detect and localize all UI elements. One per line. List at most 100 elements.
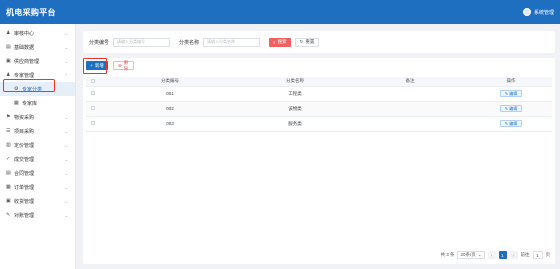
total-count: 共 3 条 xyxy=(440,252,455,257)
chevron-down-icon: ⌄ xyxy=(64,212,68,218)
add-button[interactable]: + 新增 xyxy=(86,61,108,70)
main-panel: + 新增 ⊗ 删除 分类编号 分类名称 备注 操作 001 工程类 ✎ 编辑 0… xyxy=(83,58,555,264)
row-checkbox[interactable] xyxy=(86,86,100,102)
supplier-icon: ▣ xyxy=(6,58,11,64)
edit-icon: ✎ xyxy=(504,91,509,96)
chevron-down-icon: ⌄ xyxy=(64,128,68,134)
row-checkbox[interactable] xyxy=(86,116,100,132)
sidebar-item-reconciliation[interactable]: ✎ 对账管理 ⌄ xyxy=(0,208,75,222)
sidebar-item-review-center[interactable]: ♟ 审核中心 ⌄ xyxy=(0,26,75,40)
flag-icon: ⚑ xyxy=(6,114,11,120)
sidebar-item-label: 基础数据 xyxy=(14,44,35,51)
receive-icon: ▣ xyxy=(6,198,11,204)
table-header-row: 分类编号 分类名称 备注 操作 xyxy=(86,77,552,87)
cell-note xyxy=(350,116,470,132)
cell-code: 001 xyxy=(100,86,240,102)
edit-label: 编辑 xyxy=(509,90,518,96)
sidebar-item-label: 专家分类 xyxy=(22,86,43,93)
edit-icon: ✎ xyxy=(504,121,509,126)
user-name[interactable]: 系统管理 xyxy=(534,9,554,16)
trash-icon: ⊗ xyxy=(118,62,122,68)
sidebar-item-label: 供应商管理 xyxy=(14,58,40,65)
chevron-down-icon: ⌄ xyxy=(64,142,68,148)
sidebar-item-receiving[interactable]: ▣ 收货管理 ⌄ xyxy=(0,194,75,208)
goto-input[interactable]: 1 xyxy=(532,251,543,259)
search-button[interactable]: ⌕ 搜索 xyxy=(269,37,291,47)
sidebar-item-label: 合同管理 xyxy=(14,170,35,177)
chevron-down-icon: ⌄ xyxy=(477,252,482,257)
sidebar-item-label: 项目采购 xyxy=(14,128,35,135)
library-icon: ▦ xyxy=(14,100,19,106)
column-header: 操作 xyxy=(470,77,552,87)
page-button-current[interactable]: 1 xyxy=(498,251,507,259)
cell-note xyxy=(350,101,470,117)
code-input[interactable]: 请输入分类编号 xyxy=(113,37,171,47)
prev-page-button[interactable]: ‹ xyxy=(487,251,496,259)
cell-name: 该物类 xyxy=(240,101,350,117)
avatar[interactable] xyxy=(522,8,531,16)
order-icon: ▦ xyxy=(6,184,11,190)
chevron-down-icon: ⌄ xyxy=(64,170,68,176)
chevron-down-icon: ⌄ xyxy=(64,30,68,36)
chevron-down-icon: ⌄ xyxy=(64,156,68,162)
table-row: 001 工程类 ✎ 编辑 xyxy=(86,86,552,102)
top-bar: 机电采购平台 系统管理 xyxy=(0,0,560,24)
sidebar-item-project-purchase[interactable]: ☰ 项目采购 ⌄ xyxy=(0,124,75,138)
sidebar-item-label: 成交管理 xyxy=(14,156,35,163)
next-page-button[interactable]: › xyxy=(509,251,518,259)
column-header: 备注 xyxy=(350,77,470,87)
sidebar-item-label: 收货管理 xyxy=(14,198,35,205)
sidebar-item-label: 订单管理 xyxy=(14,184,35,191)
user-icon: ♟ xyxy=(6,30,11,36)
code-label: 分类编号 xyxy=(89,39,110,46)
goto-label: 前往 xyxy=(520,252,530,257)
price-icon: ▥ xyxy=(6,142,11,148)
column-header: 分类编号 xyxy=(100,77,240,87)
cell-name: 工程类 xyxy=(240,86,350,102)
refresh-icon: ↻ xyxy=(299,39,304,44)
edit-icon: ✎ xyxy=(6,212,11,218)
delete-label: 删除 xyxy=(123,59,129,71)
sidebar-item-label: 定价管理 xyxy=(14,142,35,149)
cell-code: 003 xyxy=(100,116,240,132)
edit-icon: ✎ xyxy=(504,106,509,111)
page-size-select[interactable]: 20条/页 ⌄ xyxy=(457,251,485,259)
edit-button[interactable]: ✎ 编辑 xyxy=(500,90,522,97)
sidebar-item-deals[interactable]: ✓ 成交管理 ⌄ xyxy=(0,152,75,166)
table-row: 003 服务类 ✎ 编辑 xyxy=(86,116,552,132)
list-icon: ☰ xyxy=(6,128,11,134)
user-icon: ♟ xyxy=(6,72,11,78)
sidebar-item-experts[interactable]: ♟ 专家管理 ⌃ xyxy=(0,68,75,82)
edit-button[interactable]: ✎ 编辑 xyxy=(500,105,522,112)
page-unit: 页 xyxy=(545,252,551,257)
filter-bar: 分类编号 请输入分类编号 分类名称 请输入分类名称 ⌕ 搜索 ↻ 重置 xyxy=(83,31,555,53)
reset-button[interactable]: ↻ 重置 xyxy=(294,37,320,47)
cell-name: 服务类 xyxy=(240,116,350,132)
select-all-checkbox[interactable] xyxy=(86,77,100,87)
name-input[interactable]: 请输入分类名称 xyxy=(203,37,261,47)
edit-button[interactable]: ✎ 编辑 xyxy=(500,120,522,127)
add-label: 新增 xyxy=(94,62,104,68)
user-menu[interactable]: 系统管理 xyxy=(522,8,554,16)
sidebar-item-contracts[interactable]: ▤ 合同管理 ⌄ xyxy=(0,166,75,180)
edit-label: 编辑 xyxy=(509,105,518,111)
sidebar-item-base-data[interactable]: ▤ 基础数据 ⌄ xyxy=(0,40,75,54)
app-title: 机电采购平台 xyxy=(6,8,56,17)
sidebar-item-expert-category[interactable]: ⚙ 专家分类 xyxy=(0,82,75,96)
sidebar-item-suppliers[interactable]: ▣ 供应商管理 ⌄ xyxy=(0,54,75,68)
delete-button[interactable]: ⊗ 删除 xyxy=(113,59,134,71)
column-header: 分类名称 xyxy=(240,77,350,87)
sidebar-item-material-purchase[interactable]: ⚑ 物资采购 ⌄ xyxy=(0,110,75,124)
sidebar: ♟ 审核中心 ⌄ ▤ 基础数据 ⌄ ▣ 供应商管理 ⌄ ♟ 专家管理 ⌃ ⚙ 专… xyxy=(0,24,76,269)
name-placeholder: 请输入分类名称 xyxy=(207,39,236,44)
sidebar-item-orders[interactable]: ▦ 订单管理 ⌄ xyxy=(0,180,75,194)
sidebar-item-label: 专家管理 xyxy=(14,72,35,79)
name-label: 分类名称 xyxy=(179,39,200,46)
code-placeholder: 请输入分类编号 xyxy=(117,39,146,44)
row-checkbox[interactable] xyxy=(86,101,100,117)
sidebar-item-pricing[interactable]: ▥ 定价管理 ⌄ xyxy=(0,138,75,152)
chevron-down-icon: ⌄ xyxy=(64,58,68,64)
sidebar-item-expert-library[interactable]: ▦ 专家库 xyxy=(0,96,75,110)
cell-code: 002 xyxy=(100,101,240,117)
cell-note xyxy=(350,86,470,102)
